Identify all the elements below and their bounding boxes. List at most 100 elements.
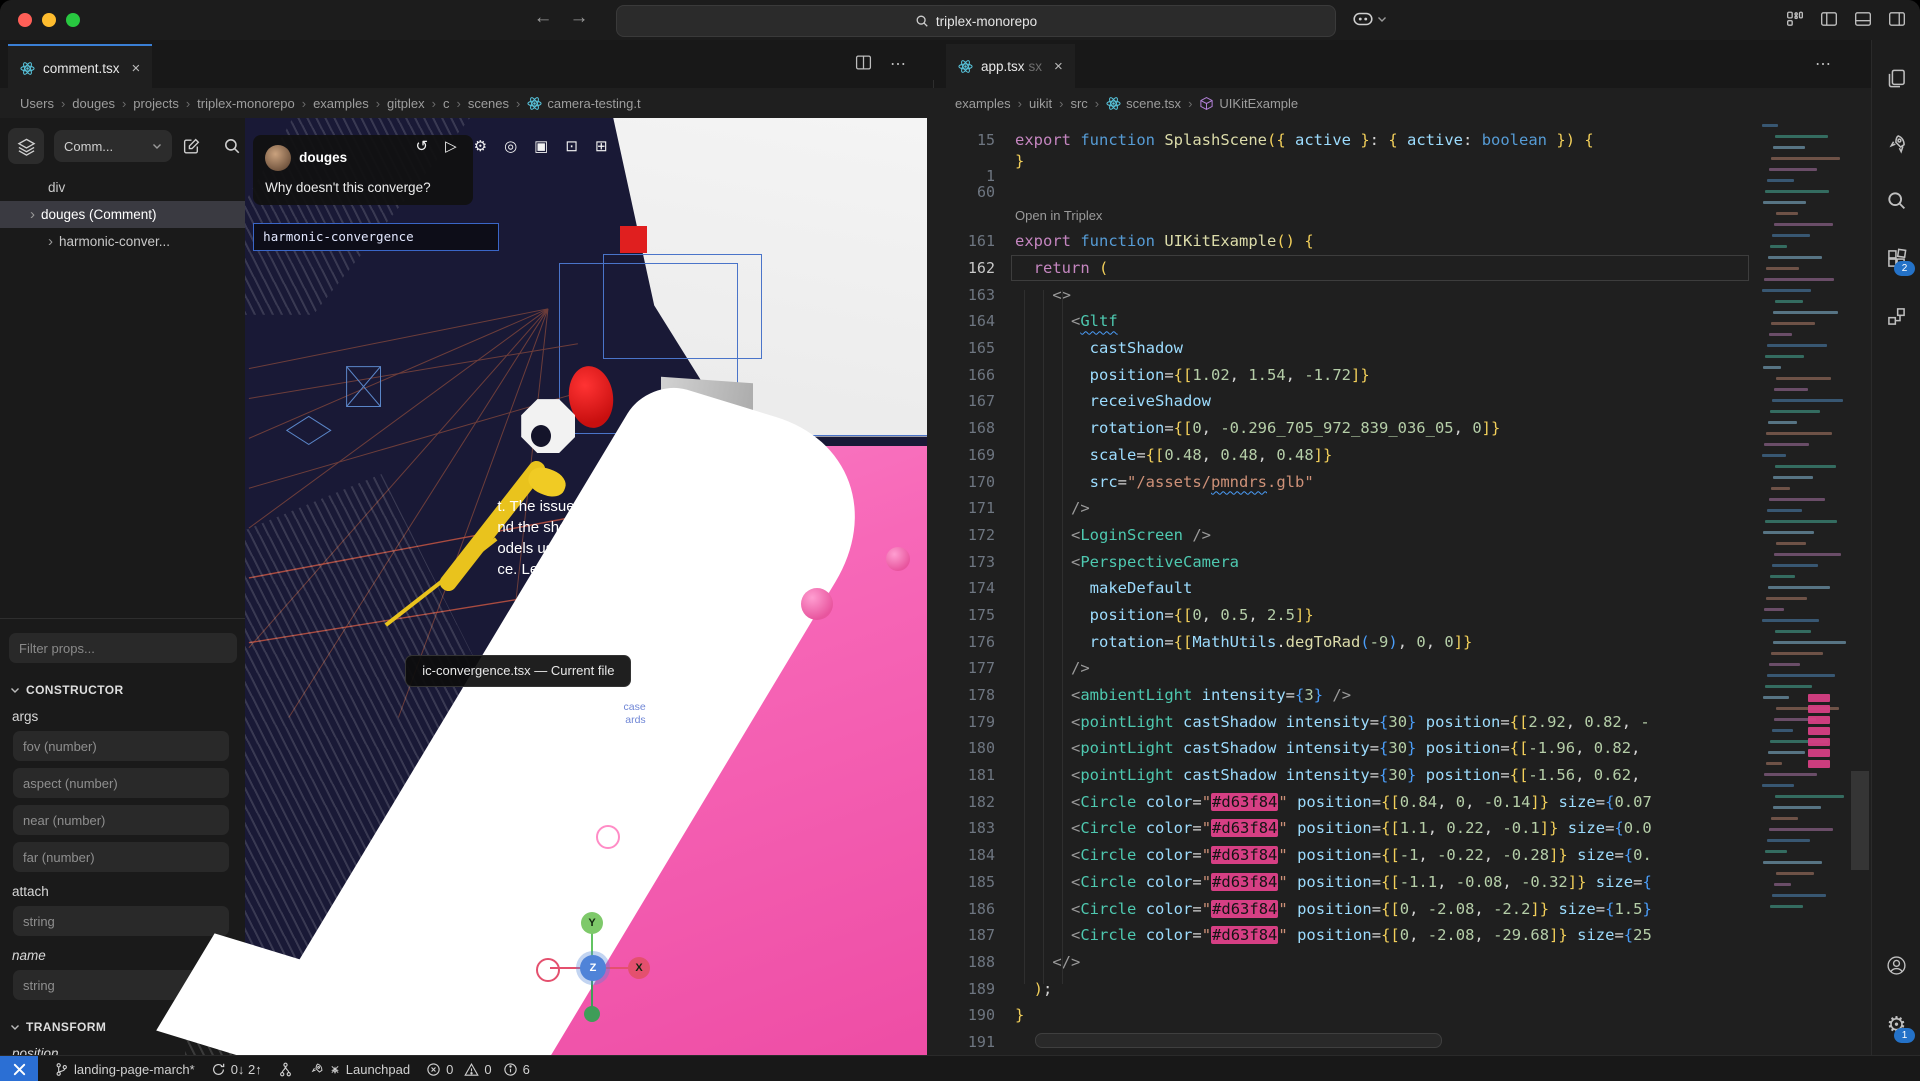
gizmo-y-axis[interactable]: Y (581, 912, 603, 934)
code-line[interactable]: 15export function SplashScene({ active }… (933, 126, 1755, 153)
breadcrumb-item[interactable]: c (443, 96, 450, 111)
frame-icon[interactable]: ▣ (534, 137, 548, 155)
current-file-pill[interactable]: ic-convergence.tsx — Current file (405, 655, 631, 687)
layers-button[interactable] (8, 128, 44, 164)
breadcrumb-item[interactable]: camera-testing.t (527, 96, 640, 111)
code-line[interactable]: 165 castShadow (933, 335, 1755, 362)
code-line[interactable]: 173 <PerspectiveCamera (933, 548, 1755, 575)
code-line[interactable]: 60 (933, 182, 1755, 202)
close-icon[interactable]: × (1054, 58, 1063, 75)
breadcrumb-item[interactable]: douges (72, 96, 115, 111)
gizmo-neg-y-axis[interactable] (584, 1006, 600, 1022)
gizmo-neg-x-axis[interactable] (536, 958, 560, 982)
launch-button[interactable] (1872, 123, 1920, 163)
code-line[interactable]: 169 scale={[0.48, 0.48, 0.48]} (933, 442, 1755, 469)
play-icon[interactable]: ▷ (677, 137, 689, 155)
code-line[interactable]: 186 <Circle color="#d63f84" position={[0… (933, 895, 1755, 922)
code-line[interactable]: 180 <pointLight castShadow intensity={30… (933, 735, 1755, 762)
copilot-menu[interactable] (1352, 10, 1387, 28)
component-selector[interactable]: Comm... (54, 130, 172, 162)
code-line[interactable]: 185 <Circle color="#d63f84" position={[-… (933, 869, 1755, 896)
minimap[interactable] (1756, 118, 1849, 1055)
tab-comment-tsx[interactable]: comment.tsx × (8, 44, 152, 90)
settings-gear-button[interactable]: ⚙ 1 (1872, 1005, 1920, 1045)
undo-icon[interactable]: ↺ (416, 137, 429, 155)
chevron-right-icon[interactable]: › (48, 233, 53, 250)
breadcrumb-item[interactable]: src (1070, 96, 1087, 111)
comment-file-tab[interactable]: harmonic-convergence (253, 223, 499, 251)
components-button[interactable] (1872, 296, 1920, 336)
code-line[interactable]: 181 <pointLight castShadow intensity={30… (933, 762, 1755, 789)
help-icon[interactable]: ? (736, 137, 744, 155)
code-line[interactable]: 174 makeDefault (933, 575, 1755, 602)
code-line[interactable]: 168 rotation={[0, -0.296_705_972_839_036… (933, 415, 1755, 442)
code-line[interactable]: 187 <Circle color="#d63f84" position={[0… (933, 922, 1755, 949)
code-line[interactable]: 167 receiveShadow (933, 388, 1755, 415)
remote-indicator-button[interactable] (0, 1056, 38, 1081)
code-editor[interactable]: 15export function SplashScene({ active }… (933, 118, 1755, 1055)
git-graph-item[interactable] (278, 1062, 293, 1077)
code-line[interactable]: 170 src="/assets/pmndrs.glb" (933, 468, 1755, 495)
breadcrumb-item[interactable]: UIKitExample (1199, 96, 1298, 111)
gizmo-z-axis[interactable]: Z (580, 955, 606, 981)
codelens-open-in-triplex[interactable]: Open in Triplex (1015, 208, 1102, 223)
code-line[interactable]: 161export function UIKitExample() { (933, 228, 1755, 255)
undo-icon[interactable]: ↺ (647, 137, 660, 155)
code-line[interactable]: 162 return ( (933, 255, 1755, 282)
tree-item-div[interactable]: div (0, 174, 245, 201)
gear-icon[interactable]: ⚙ (474, 137, 487, 155)
search-bar[interactable]: triplex-monorepo (616, 5, 1336, 37)
gear-icon[interactable]: ⚙ (706, 137, 719, 155)
prop-input-far-number-[interactable] (13, 842, 229, 872)
code-line[interactable]: 164 <Gltf (933, 308, 1755, 335)
more-actions-icon[interactable]: ⋯ (890, 54, 907, 74)
copy-pages-button[interactable] (1872, 58, 1920, 98)
git-sync-item[interactable]: 0↓ 2↑ (211, 1062, 262, 1077)
gizmo-x-axis[interactable]: X (628, 957, 650, 979)
code-line[interactable]: Open in Triplex (933, 202, 1755, 228)
code-line[interactable]: 188 </> (933, 949, 1755, 976)
vertical-scrollbar[interactable] (1849, 118, 1871, 1055)
git-branch-item[interactable]: landing-page-march* (54, 1062, 195, 1077)
tab-app-tsx[interactable]: app.tsx sx × (946, 44, 1075, 88)
code-line[interactable]: 171 /> (933, 495, 1755, 522)
tree-item-douges-comment-[interactable]: ›douges (Comment) (0, 201, 245, 228)
minimize-window-button[interactable] (42, 13, 56, 27)
extensions-button[interactable]: 2 (1872, 238, 1920, 278)
code-line[interactable]: 184 <Circle color="#d63f84" position={[-… (933, 842, 1755, 869)
scrollbar-thumb[interactable] (1851, 771, 1869, 870)
code-line[interactable]: 183 <Circle color="#d63f84" position={[1… (933, 815, 1755, 842)
breadcrumb-item[interactable]: uikit (1029, 96, 1052, 111)
split-editor-icon[interactable] (855, 54, 872, 74)
grid-icon[interactable]: ⊞ (595, 137, 608, 155)
toggle-secondary-sidebar-icon[interactable] (1888, 10, 1906, 28)
prop-input-near-number-[interactable] (13, 805, 229, 835)
horizontal-scrollbar[interactable] (1035, 1033, 1442, 1048)
code-line[interactable]: 1 (933, 169, 1755, 182)
account-button[interactable] (1872, 945, 1920, 985)
breadcrumb-item[interactable]: gitplex (387, 96, 425, 111)
breadcrumb-item[interactable]: scene.tsx (1106, 96, 1181, 111)
breadcrumb-item[interactable]: Users (20, 96, 54, 111)
code-line[interactable]: 190} (933, 1002, 1755, 1029)
breadcrumb-item[interactable]: scenes (468, 96, 509, 111)
code-line[interactable]: 177 /> (933, 655, 1755, 682)
play-icon[interactable]: ▷ (445, 137, 457, 155)
search-button[interactable] (1872, 180, 1920, 220)
code-line[interactable]: 179 <pointLight castShadow intensity={30… (933, 708, 1755, 735)
problems-item[interactable]: 0 0 6 (426, 1062, 530, 1077)
target-icon[interactable]: ◎ (504, 137, 517, 155)
edit-icon[interactable] (182, 137, 201, 156)
breadcrumb-item[interactable]: projects (133, 96, 179, 111)
customize-layout-icon[interactable] (1786, 10, 1804, 28)
close-icon[interactable]: × (132, 60, 141, 77)
more-actions-icon[interactable]: ⋯ (1815, 54, 1832, 74)
code-line[interactable]: 175 position={[0, 0.5, 2.5]} (933, 602, 1755, 629)
filter-props-input[interactable] (9, 633, 237, 663)
tree-item-harmonic-conver-[interactable]: ›harmonic-conver... (0, 228, 245, 255)
breadcrumb-item[interactable]: examples (955, 96, 1011, 111)
toggle-sidebar-icon[interactable] (1820, 10, 1838, 28)
section-header-constructor[interactable]: CONSTRUCTOR (10, 683, 245, 697)
box-icon[interactable]: ⊡ (565, 137, 578, 155)
viewport-3d-scene[interactable]: t. The issue seems to be with th nd the … (245, 118, 927, 1055)
